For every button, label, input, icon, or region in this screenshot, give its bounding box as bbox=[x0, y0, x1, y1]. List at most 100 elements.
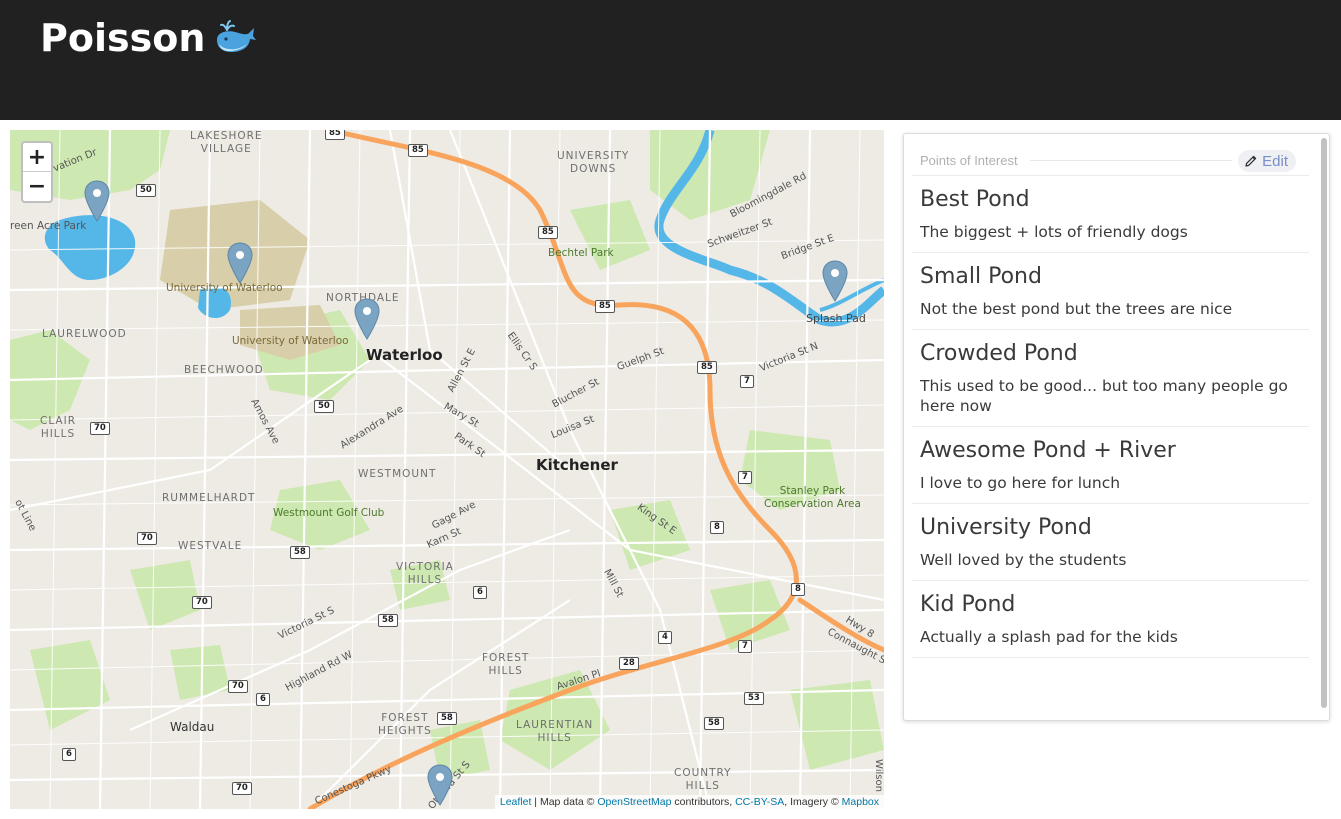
route-shield: 58 bbox=[437, 712, 457, 725]
label-westmount: WESTMOUNT bbox=[358, 468, 437, 480]
scrollbar[interactable] bbox=[1318, 134, 1329, 720]
item-title: Awesome Pond + River bbox=[920, 438, 1176, 463]
label-country-hills: COUNTRY HILLS bbox=[674, 767, 732, 792]
route-shield: 4 bbox=[658, 631, 672, 644]
mapbox-link[interactable]: Mapbox bbox=[842, 796, 879, 808]
label-rummelhardt: RUMMELHARDT bbox=[162, 492, 256, 504]
route-shield: 50 bbox=[136, 184, 156, 197]
label-clair-hills: CLAIR HILLS bbox=[40, 415, 76, 440]
item-title: Small Pond bbox=[920, 264, 1042, 289]
label-waterloo: Waterloo bbox=[366, 346, 443, 364]
item-title: Kid Pond bbox=[920, 592, 1016, 617]
osm-link[interactable]: OpenStreetMap bbox=[597, 796, 671, 808]
map-marker-university-pond[interactable] bbox=[227, 242, 253, 284]
divider bbox=[1030, 160, 1232, 161]
route-shield: 85 bbox=[538, 226, 558, 239]
item-description: Actually a splash pad for the kids bbox=[920, 628, 1178, 646]
label-lakeshore-village: LAKESHORE VILLAGE bbox=[190, 130, 263, 155]
list-item[interactable]: Kid Pond Actually a splash pad for the k… bbox=[912, 580, 1309, 658]
top-navbar: Poisson bbox=[0, 0, 1341, 120]
panel-title: Points of Interest bbox=[920, 153, 1026, 168]
map-marker-best-pond[interactable] bbox=[84, 180, 110, 222]
label-splash-pad: Splash Pad bbox=[806, 312, 866, 325]
brand[interactable]: Poisson bbox=[40, 16, 257, 60]
whale-icon bbox=[217, 20, 257, 52]
route-shield: 58 bbox=[378, 614, 398, 627]
pencil-icon bbox=[1245, 155, 1257, 167]
route-shield: 7 bbox=[738, 640, 752, 653]
map-marker-crowded-pond[interactable] bbox=[427, 764, 453, 806]
label-victoria-hills: VICTORIA HILLS bbox=[396, 561, 454, 586]
route-shield: 70 bbox=[90, 422, 110, 435]
item-description: Well loved by the students bbox=[920, 551, 1127, 569]
map-attribution: Leaflet | Map data © OpenStreetMap contr… bbox=[494, 795, 884, 809]
cc-link[interactable]: CC-BY-SA bbox=[735, 796, 784, 808]
item-title: Crowded Pond bbox=[920, 341, 1078, 366]
route-shield: 7 bbox=[740, 375, 754, 388]
route-shield: 70 bbox=[228, 680, 248, 693]
map-marker-kid-pond[interactable] bbox=[822, 260, 848, 302]
label-stanley-park: Stanley Park Conservation Area bbox=[764, 485, 861, 510]
list-item[interactable]: Crowded Pond This used to be good... but… bbox=[912, 329, 1309, 426]
zoom-control: + − bbox=[21, 141, 53, 203]
label-green-acre-park: reen Acre Park bbox=[10, 220, 87, 232]
route-shield: 70 bbox=[137, 532, 157, 545]
attribution-text: contributors, bbox=[671, 796, 736, 808]
list-item[interactable]: Best Pond The biggest + lots of friendly… bbox=[912, 175, 1309, 252]
route-shield: 6 bbox=[62, 748, 76, 761]
label-university-of-waterloo-1: University of Waterloo bbox=[166, 282, 283, 294]
label-westvale: WESTVALE bbox=[178, 540, 243, 552]
route-shield: 6 bbox=[473, 586, 487, 599]
edit-label: Edit bbox=[1262, 152, 1288, 170]
route-shield: 8 bbox=[791, 583, 805, 596]
route-shield: 85 bbox=[408, 144, 428, 157]
scrollbar-thumb[interactable] bbox=[1321, 138, 1327, 708]
label-westmount-golf-club: Westmount Golf Club bbox=[273, 507, 385, 519]
app-title: Poisson bbox=[40, 16, 206, 60]
route-shield: 7 bbox=[738, 471, 752, 484]
edit-button[interactable]: Edit bbox=[1238, 150, 1296, 172]
map-marker-small-pond[interactable] bbox=[354, 298, 380, 340]
label-university-downs: UNIVERSITY DOWNS bbox=[557, 150, 630, 175]
route-shield: 28 bbox=[619, 657, 639, 670]
label-wilson: Wilson bbox=[872, 759, 884, 792]
label-laurentian-hills: LAURENTIAN HILLS bbox=[516, 719, 594, 744]
label-waldau: Waldau bbox=[170, 720, 215, 734]
label-forest-hills: FOREST HILLS bbox=[482, 652, 530, 677]
leaflet-link[interactable]: Leaflet bbox=[500, 796, 532, 808]
item-title: Best Pond bbox=[920, 187, 1030, 212]
route-shield: 85 bbox=[325, 130, 345, 140]
poi-list: Best Pond The biggest + lots of friendly… bbox=[912, 175, 1309, 658]
route-shield: 70 bbox=[232, 782, 252, 795]
attribution-text: | Map data © bbox=[531, 796, 598, 808]
label-beechwood: BEECHWOOD bbox=[184, 364, 264, 376]
item-description: I love to go here for lunch bbox=[920, 474, 1121, 492]
route-shield: 50 bbox=[314, 400, 334, 413]
label-kitchener: Kitchener bbox=[536, 456, 618, 474]
route-shield: 85 bbox=[697, 361, 717, 374]
route-shield: 6 bbox=[256, 693, 270, 706]
route-shield: 85 bbox=[595, 300, 615, 313]
label-forest-heights: FOREST HEIGHTS bbox=[378, 712, 432, 737]
label-bechtel-park: Bechtel Park bbox=[548, 247, 614, 259]
item-title: University Pond bbox=[920, 515, 1092, 540]
item-description: This used to be good... but too many peo… bbox=[920, 377, 1288, 415]
zoom-out-button[interactable]: − bbox=[23, 172, 51, 201]
list-item[interactable]: University Pond Well loved by the studen… bbox=[912, 503, 1309, 580]
route-shield: 8 bbox=[710, 521, 724, 534]
list-item[interactable]: Small Pond Not the best pond but the tre… bbox=[912, 252, 1309, 329]
map[interactable]: LAKESHORE VILLAGE UNIVERSITY DOWNS NORTH… bbox=[10, 130, 884, 809]
label-university-of-waterloo-2: University of Waterloo bbox=[232, 335, 349, 347]
points-of-interest-panel: Points of Interest Edit Best Pond The bi… bbox=[903, 133, 1330, 721]
zoom-in-button[interactable]: + bbox=[23, 143, 51, 172]
route-shield: 58 bbox=[290, 546, 310, 559]
list-item[interactable]: Awesome Pond + River I love to go here f… bbox=[912, 426, 1309, 503]
panel-header: Points of Interest Edit bbox=[920, 150, 1302, 172]
route-shield: 70 bbox=[192, 596, 212, 609]
item-description: The biggest + lots of friendly dogs bbox=[920, 223, 1188, 241]
item-description: Not the best pond but the trees are nice bbox=[920, 300, 1233, 318]
route-shield: 58 bbox=[704, 717, 724, 730]
route-shield: 53 bbox=[744, 692, 764, 705]
attribution-text: , Imagery © bbox=[784, 796, 842, 808]
label-laurelwood: LAURELWOOD bbox=[42, 328, 127, 340]
